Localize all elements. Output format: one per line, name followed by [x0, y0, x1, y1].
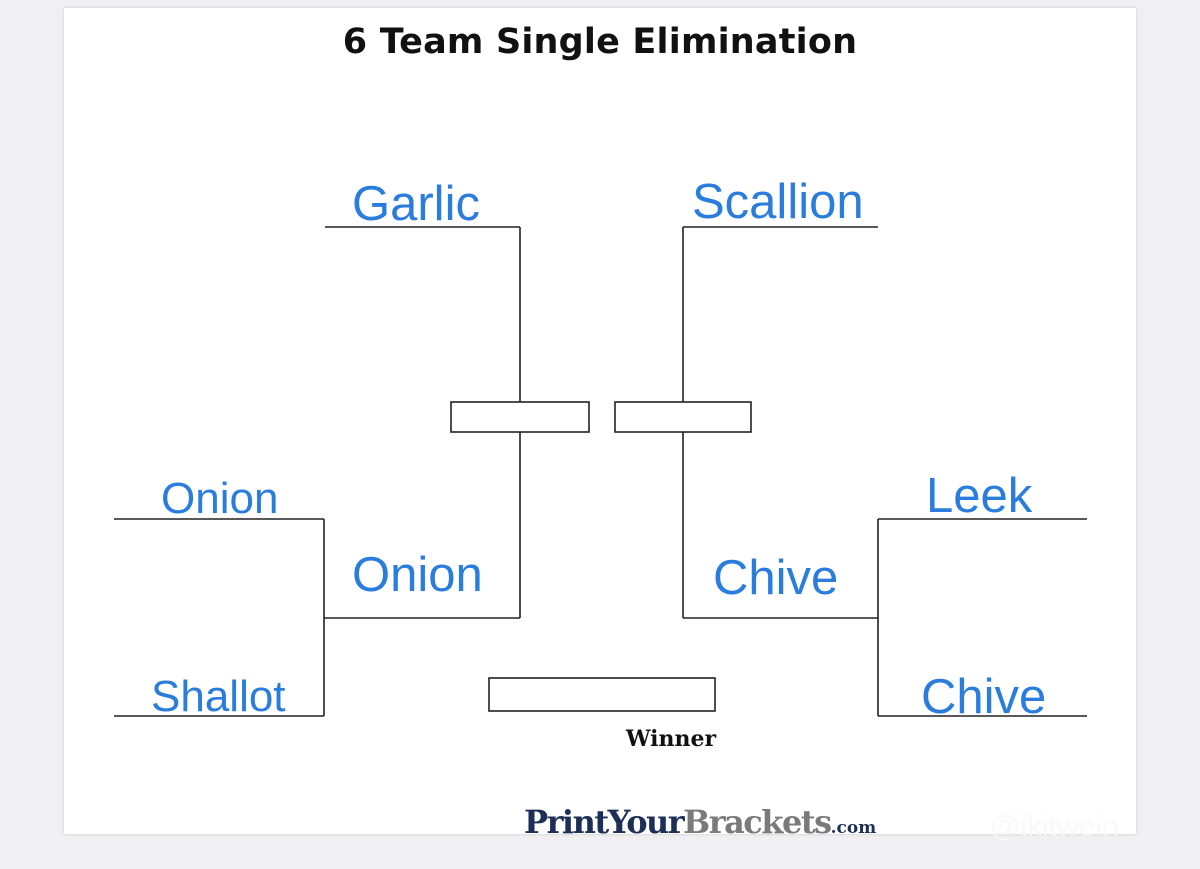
left-semifinal-box — [450, 401, 590, 433]
bracket-sheet: 6 Team Single Elimination Garlic Scallio… — [64, 8, 1136, 841]
right-semifinal-box — [614, 401, 752, 433]
right-bye-team: Scallion — [692, 175, 864, 229]
champion-box — [488, 677, 716, 712]
left-round1-bottom-team: Shallot — [151, 672, 286, 721]
brand-part1: PrintYour — [524, 803, 685, 841]
brand-logo: PrintYourBrackets.com — [524, 803, 876, 841]
winner-label: Winner — [625, 726, 717, 752]
left-bye-team: Garlic — [352, 177, 480, 231]
right-round1-winner: Chive — [713, 551, 839, 605]
right-round1-bottom-team: Chive — [921, 670, 1047, 724]
brand-part3: .com — [830, 818, 877, 838]
left-round1-winner: Onion — [352, 548, 483, 602]
right-round1-top-team: Leek — [926, 469, 1033, 523]
brand-part2: Brackets — [683, 803, 832, 841]
left-round1-top-team: Onion — [161, 474, 279, 523]
watermark: @ikitwein — [990, 810, 1119, 843]
